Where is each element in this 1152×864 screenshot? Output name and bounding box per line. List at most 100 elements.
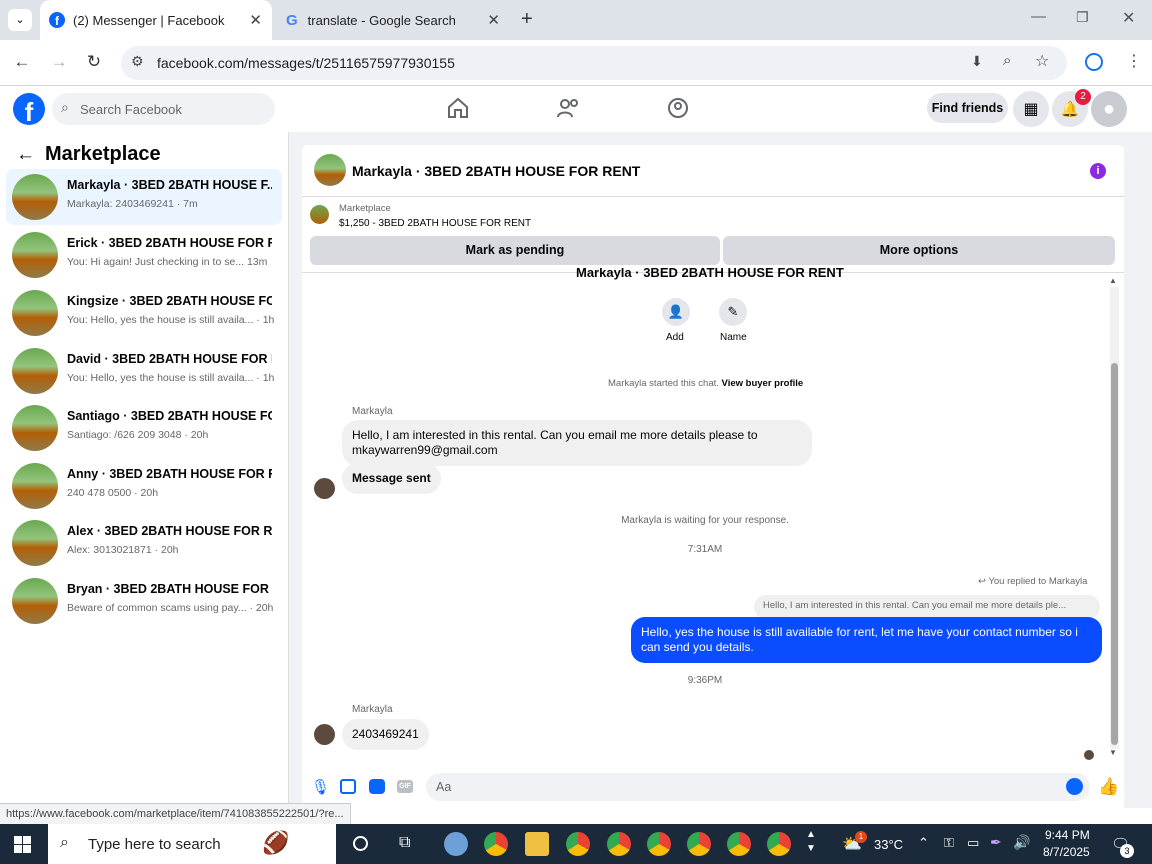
chrome-icon[interactable] xyxy=(607,832,631,856)
url-text[interactable]: facebook.com/messages/t/2511657597793015… xyxy=(157,55,455,71)
conversation-item[interactable]: Erick · 3BED 2BATH HOUSE FOR R... You: H… xyxy=(6,227,282,283)
home-icon[interactable] xyxy=(446,96,470,120)
marketplace-sidebar: ← Marketplace Markayla · 3BED 2BATH HOUS… xyxy=(0,132,289,808)
tray-chevron-icon[interactable]: ⌃ xyxy=(918,835,929,851)
listing-label: Marketplace xyxy=(339,203,391,214)
window-close-icon[interactable]: ✕ xyxy=(1122,8,1135,28)
network-icon[interactable]: ▭ xyxy=(967,835,979,851)
name-button[interactable]: ✎ xyxy=(719,298,747,326)
scrollbar-down-arrow-icon[interactable]: ▼ xyxy=(1109,748,1117,757)
windows-start-icon[interactable] xyxy=(14,836,31,853)
tray-app-icon[interactable]: ⚿ xyxy=(944,835,954,851)
bookmark-star-icon[interactable]: ☆ xyxy=(1035,51,1049,71)
facebook-logo-icon[interactable]: f xyxy=(13,93,45,125)
conversation-name: David · 3BED 2BATH HOUSE FOR R... xyxy=(67,352,272,366)
my-message-bubble[interactable]: Hello, yes the house is still available … xyxy=(631,617,1102,663)
action-center-badge: 3 xyxy=(1120,844,1134,858)
friends-icon[interactable] xyxy=(556,96,582,120)
site-settings-icon[interactable]: ⚙ xyxy=(131,53,144,70)
tab-search-dropdown-button[interactable]: ⌄ xyxy=(8,9,32,31)
add-button[interactable]: 👤 xyxy=(662,298,690,326)
install-app-icon[interactable]: ⬇ xyxy=(971,53,983,70)
conversation-item[interactable]: David · 3BED 2BATH HOUSE FOR R... You: H… xyxy=(6,343,282,399)
message-bubble[interactable]: Hello, I am interested in this rental. C… xyxy=(342,420,812,466)
weather-temperature[interactable]: 33°C xyxy=(874,837,903,852)
message-input-placeholder: Aa xyxy=(436,780,452,794)
listing-thumbnail xyxy=(12,348,58,394)
mark-as-pending-button[interactable]: Mark as pending xyxy=(310,236,720,265)
chat-avatar[interactable] xyxy=(314,154,346,186)
conversation-item[interactable]: Markayla · 3BED 2BATH HOUSE F... Markayl… xyxy=(6,169,282,225)
menu-grid-icon[interactable]: ▦ xyxy=(1013,91,1049,127)
clock-time[interactable]: 9:44 PM xyxy=(1045,828,1090,842)
forward-icon[interactable]: → xyxy=(48,52,70,72)
volume-icon[interactable]: 🔊 xyxy=(1013,834,1030,851)
tab-google[interactable]: G translate - Google Search ✕ xyxy=(278,0,510,40)
restore-icon[interactable]: ❐ xyxy=(1076,9,1089,26)
taskbar-scroll-icon[interactable]: ▲ ▼ xyxy=(806,828,816,856)
conversation-item[interactable]: Santiago · 3BED 2BATH HOUSE FO... Santia… xyxy=(6,400,282,456)
conversation-item[interactable]: Bryan · 3BED 2BATH HOUSE FOR R... Beware… xyxy=(6,573,282,629)
conversation-item[interactable]: Kingsize · 3BED 2BATH HOUSE FO... You: H… xyxy=(6,285,282,341)
address-bar[interactable]: ⚙ facebook.com/messages/t/25116575977930… xyxy=(121,46,1067,80)
conversation-item[interactable]: Anny · 3BED 2BATH HOUSE FOR R... 240 478… xyxy=(6,458,282,514)
message-bubble[interactable]: 2403469241 xyxy=(342,719,429,750)
reload-icon[interactable]: ↻ xyxy=(83,52,105,72)
new-tab-plus-icon[interactable]: + xyxy=(521,8,533,31)
account-avatar[interactable]: ● xyxy=(1091,91,1127,127)
like-thumbs-up-icon[interactable]: 👍 xyxy=(1098,777,1119,797)
task-view-icon[interactable]: ⧉ xyxy=(399,834,410,852)
cortana-icon[interactable] xyxy=(353,836,368,851)
emoji-icon[interactable] xyxy=(1066,778,1083,795)
tab-close-icon[interactable]: ✕ xyxy=(249,11,262,29)
minimize-icon[interactable]: — xyxy=(1031,8,1046,25)
more-options-button[interactable]: More options xyxy=(723,236,1115,265)
scrollbar-thumb[interactable] xyxy=(1111,363,1118,745)
scrolled-chat-title: Markayla · 3BED 2BATH HOUSE FOR RENT xyxy=(576,268,844,280)
gif-icon[interactable]: GIF xyxy=(397,780,413,793)
microphone-icon[interactable]: 🎙 xyxy=(311,778,330,796)
back-arrow-icon[interactable]: ← xyxy=(16,144,35,166)
clock-date[interactable]: 8/7/2025 xyxy=(1043,845,1090,859)
chat-title[interactable]: Markayla · 3BED 2BATH HOUSE FOR RENT xyxy=(352,163,640,179)
taskbar-search-box[interactable]: ⌕ Type here to search 🏈 xyxy=(48,824,336,864)
tab-messenger[interactable]: f (2) Messenger | Facebook ✕ xyxy=(40,0,272,40)
sticker-icon[interactable] xyxy=(369,779,385,794)
search-highlight-icon: 🏈 xyxy=(262,830,290,855)
pen-icon[interactable]: ✒ xyxy=(990,834,1002,851)
listing-thumbnail xyxy=(12,174,58,220)
message-input[interactable]: Aa xyxy=(426,773,1090,801)
conversation-item[interactable]: Alex · 3BED 2BATH HOUSE FOR RE... Alex: … xyxy=(6,515,282,571)
view-buyer-profile-link[interactable]: View buyer profile xyxy=(722,378,804,389)
back-icon[interactable]: ← xyxy=(11,52,33,72)
profile-icon[interactable] xyxy=(1085,53,1103,71)
listing-thumbnail xyxy=(12,232,58,278)
app-icon[interactable] xyxy=(444,832,468,856)
chrome-menu-icon[interactable]: ⋮ xyxy=(1126,51,1142,71)
photo-icon[interactable] xyxy=(340,779,356,794)
quoted-message[interactable]: Hello, I am interested in this rental. C… xyxy=(754,595,1100,619)
chrome-icon[interactable] xyxy=(647,832,671,856)
chrome-icon[interactable] xyxy=(767,832,791,856)
weather-badge: 1 xyxy=(855,831,867,843)
facebook-search-input[interactable]: ⌕ Search Facebook xyxy=(52,93,275,125)
sender-name: Markayla xyxy=(352,704,393,715)
conversation-name: Markayla · 3BED 2BATH HOUSE F... xyxy=(67,178,272,192)
find-friends-button[interactable]: Find friends xyxy=(927,93,1008,123)
search-icon: ⌕ xyxy=(60,834,69,851)
info-icon[interactable]: i xyxy=(1090,163,1106,179)
tab-close-icon[interactable]: ✕ xyxy=(487,11,500,29)
groups-icon[interactable] xyxy=(666,96,690,120)
scrollbar-up-arrow-icon[interactable]: ▲ xyxy=(1109,276,1117,285)
listing-detail[interactable]: $1,250 - 3BED 2BATH HOUSE FOR RENT xyxy=(339,218,531,229)
chrome-icon[interactable] xyxy=(484,832,508,856)
facebook-header: f ⌕ Search Facebook Find friends ▦ 🔔 2 ● xyxy=(0,86,1152,132)
file-explorer-icon[interactable] xyxy=(525,832,549,856)
chrome-icon[interactable] xyxy=(566,832,590,856)
seen-avatar xyxy=(1084,750,1094,760)
listing-thumbnail xyxy=(12,463,58,509)
zoom-icon[interactable]: ⌕ xyxy=(1003,52,1011,69)
chrome-icon[interactable] xyxy=(687,832,711,856)
chrome-icon[interactable] xyxy=(727,832,751,856)
message-bubble[interactable]: Message sent xyxy=(342,463,441,494)
